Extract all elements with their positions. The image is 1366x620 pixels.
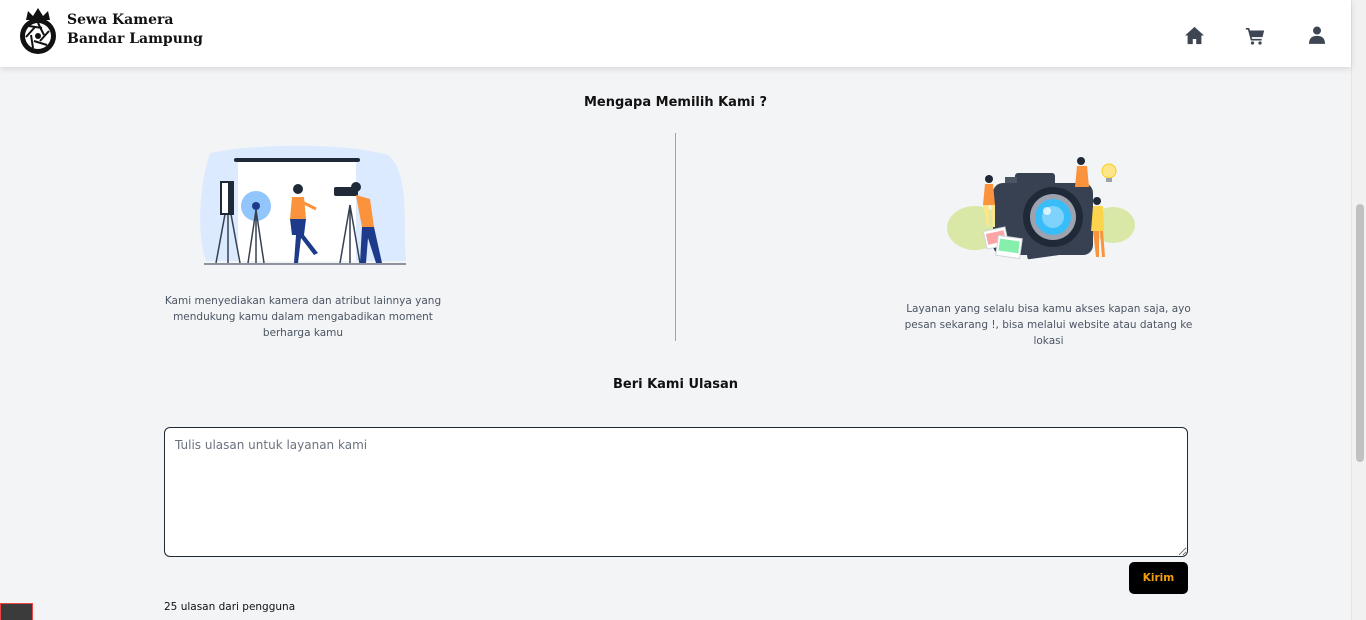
review-count: 25 ulasan dari pengguna [164, 601, 296, 613]
nav-user-button[interactable] [1305, 23, 1329, 47]
home-icon [1184, 26, 1204, 44]
cart-icon [1245, 27, 1265, 45]
page-scrollbar[interactable] [1351, 0, 1366, 620]
nav-cart-button[interactable] [1243, 23, 1267, 47]
feature-divider [675, 133, 676, 341]
camera-shutter-logo-icon [20, 8, 56, 54]
user-icon [1309, 26, 1325, 44]
review-textarea[interactable] [164, 427, 1188, 557]
submit-review-button[interactable]: Kirim [1129, 562, 1188, 594]
brand-name: Sewa Kamera Bandar Lampung [67, 11, 203, 49]
scrollbar-thumb[interactable] [1356, 204, 1364, 462]
nav-home-button[interactable] [1182, 23, 1206, 47]
navbar: Sewa Kamera Bandar Lampung [0, 0, 1351, 67]
photo-studio-illustration [200, 145, 406, 265]
debug-toolbar-widget[interactable] [0, 603, 33, 620]
feature-text-1: Kami menyediakan kamera dan atribut lain… [164, 295, 442, 339]
review-section-title: Beri Kami Ulasan [612, 377, 739, 392]
why-section-title: Mengapa Memilih Kami ? [583, 95, 768, 110]
brand[interactable]: Sewa Kamera Bandar Lampung [18, 4, 203, 56]
feature-text-2: Layanan yang selalu bisa kamu akses kapa… [904, 303, 1193, 347]
brand-line-2: Bandar Lampung [67, 31, 203, 47]
camera-team-illustration [947, 157, 1135, 260]
brand-line-1: Sewa Kamera [67, 12, 174, 28]
